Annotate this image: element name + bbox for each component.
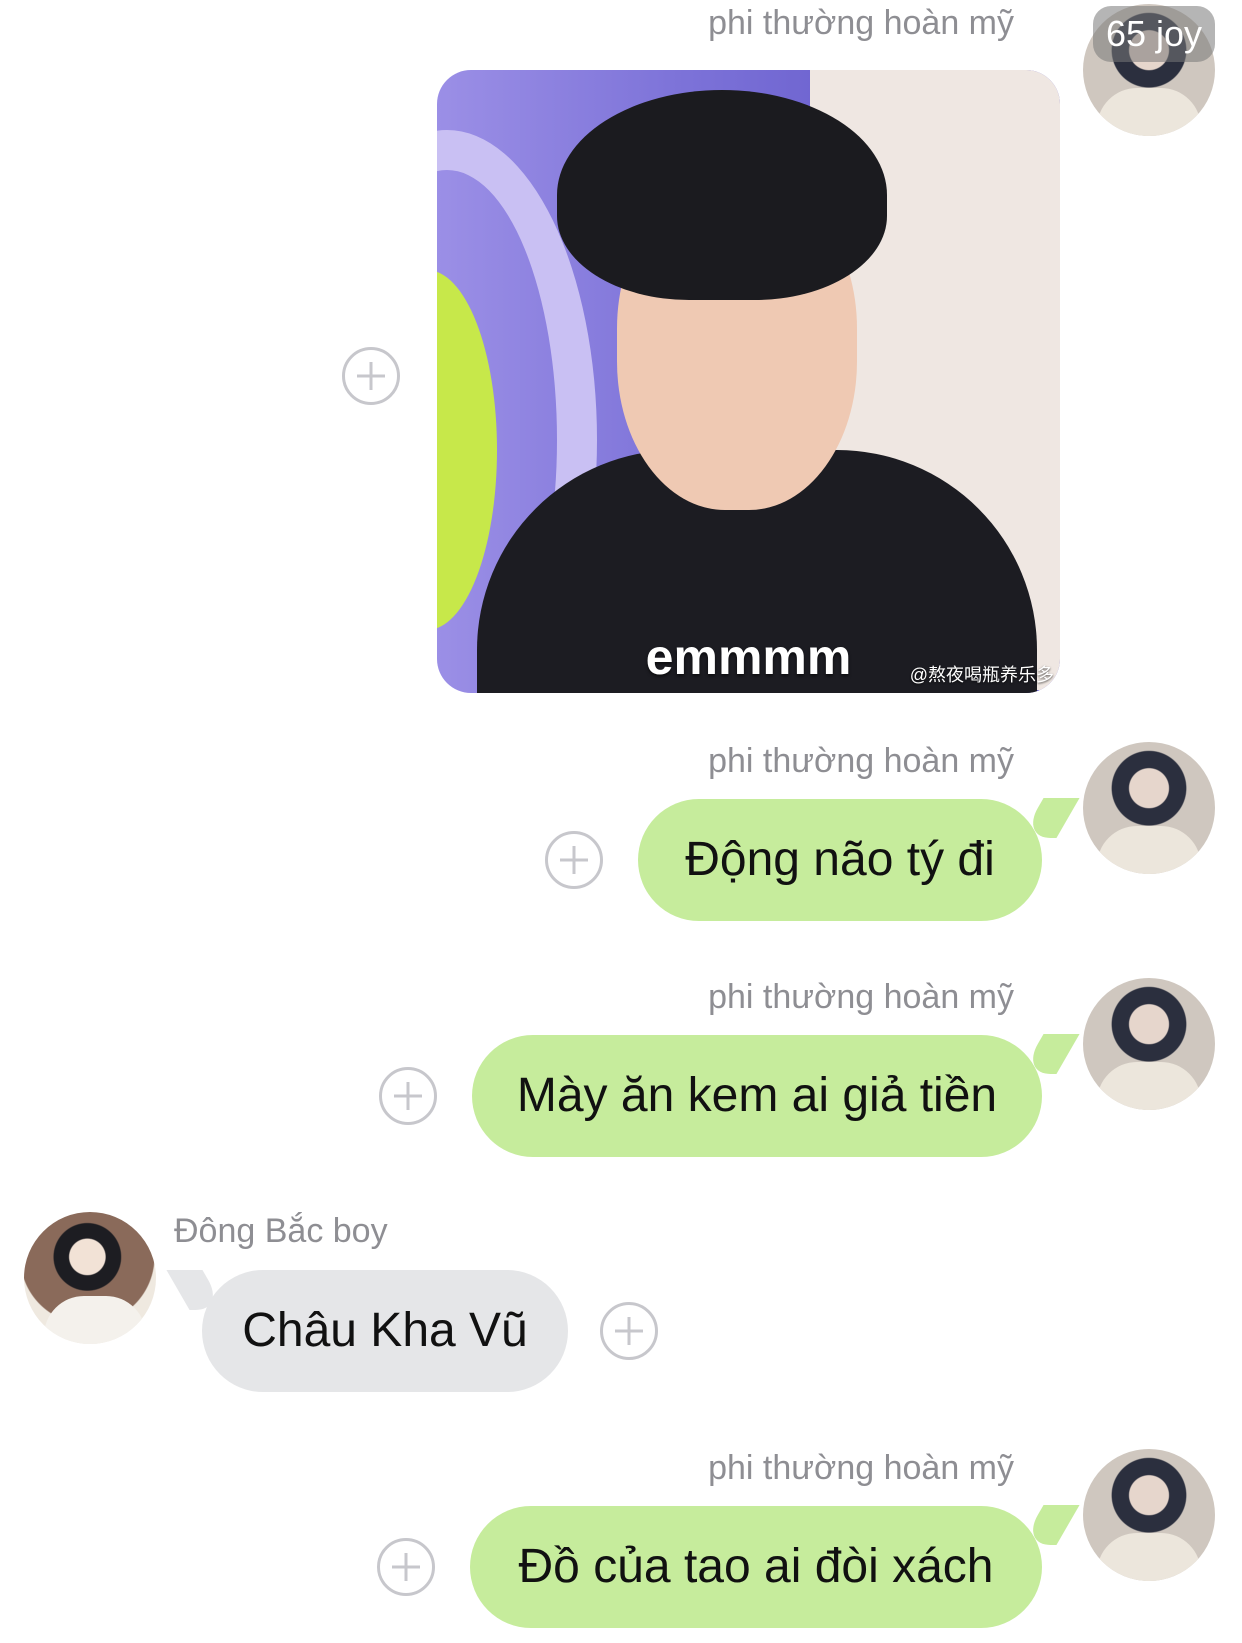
image-watermark: @熬夜喝瓶养乐多	[909, 665, 1054, 685]
sender-avatar[interactable]	[1083, 742, 1215, 874]
add-reaction-icon[interactable]	[342, 347, 400, 405]
sender-name: phi thường hoàn mỹ	[708, 4, 1014, 42]
sender-avatar[interactable]	[1083, 1449, 1215, 1581]
add-reaction-icon[interactable]	[600, 1302, 658, 1360]
message-bubble[interactable]: Mày ăn kem ai giả tiền	[472, 1035, 1042, 1157]
add-reaction-icon[interactable]	[545, 831, 603, 889]
sender-name: phi thường hoàn mỹ	[708, 742, 1014, 780]
image-message[interactable]: emmmm @熬夜喝瓶养乐多	[437, 70, 1060, 693]
add-reaction-icon[interactable]	[377, 1538, 435, 1596]
sender-name: Đông Bắc boy	[174, 1212, 388, 1250]
sender-avatar[interactable]	[1083, 978, 1215, 1110]
message-bubble[interactable]: Động não tý đi	[638, 799, 1042, 921]
contact-avatar[interactable]	[24, 1212, 156, 1344]
overlay-badge: 65 joy	[1093, 6, 1215, 62]
image-person-hair	[557, 90, 887, 300]
sender-name: phi thường hoàn mỹ	[708, 978, 1014, 1016]
message-bubble[interactable]: Châu Kha Vũ	[202, 1270, 568, 1392]
sender-name: phi thường hoàn mỹ	[708, 1449, 1014, 1487]
add-reaction-icon[interactable]	[379, 1067, 437, 1125]
message-bubble[interactable]: Đồ của tao ai đòi xách	[470, 1506, 1042, 1628]
